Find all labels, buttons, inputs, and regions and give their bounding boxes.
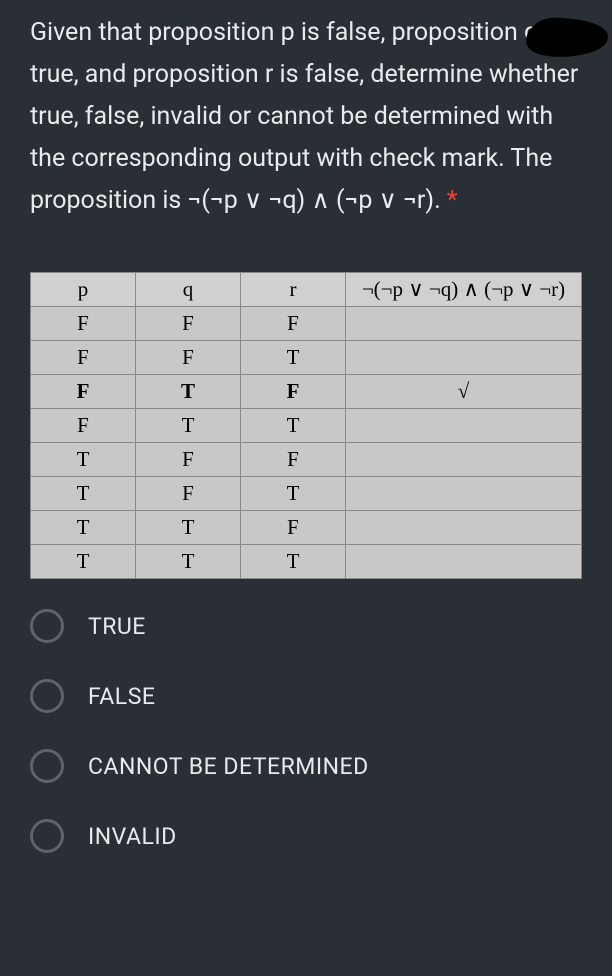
table-cell <box>346 511 582 545</box>
radio-icon <box>30 679 64 713</box>
table-row: FFF <box>31 307 582 341</box>
th-p: p <box>31 273 136 307</box>
table-cell: F <box>31 375 136 409</box>
th-r: r <box>241 273 346 307</box>
table-cell: F <box>241 307 346 341</box>
table-cell: F <box>31 307 136 341</box>
table-row: TTF <box>31 511 582 545</box>
table-cell <box>346 409 582 443</box>
table-row: TFF <box>31 443 582 477</box>
table-cell: T <box>241 409 346 443</box>
table-cell: F <box>136 443 241 477</box>
option-label: FALSE <box>88 683 155 710</box>
option-true[interactable]: TRUE <box>30 609 582 643</box>
table-cell: T <box>136 409 241 443</box>
question-body: Given that proposition p is false, propo… <box>30 18 578 215</box>
table-cell: F <box>31 409 136 443</box>
table-cell: T <box>31 511 136 545</box>
option-invalid[interactable]: INVALID <box>30 819 582 853</box>
table-row: FTT <box>31 409 582 443</box>
table-cell: T <box>31 545 136 579</box>
option-label: INVALID <box>88 823 177 850</box>
table-row: TFT <box>31 477 582 511</box>
th-q: q <box>136 273 241 307</box>
radio-icon <box>30 609 64 643</box>
table-cell: F <box>136 307 241 341</box>
table-cell: T <box>31 477 136 511</box>
table-cell: F <box>241 511 346 545</box>
table-row: FFT <box>31 341 582 375</box>
table-cell: F <box>241 443 346 477</box>
table-cell <box>346 307 582 341</box>
redacted-marker <box>517 10 612 62</box>
truth-table: p q r ¬(¬p ∨ ¬q) ∧ (¬p ∨ ¬r) FFFFFTFTF√F… <box>30 272 582 579</box>
th-expr: ¬(¬p ∨ ¬q) ∧ (¬p ∨ ¬r) <box>346 273 582 307</box>
table-cell: T <box>136 375 241 409</box>
table-cell: T <box>136 545 241 579</box>
table-cell: √ <box>346 375 582 409</box>
table-cell: F <box>31 341 136 375</box>
radio-icon <box>30 749 64 783</box>
table-cell: F <box>136 341 241 375</box>
table-cell: T <box>241 477 346 511</box>
table-cell <box>346 477 582 511</box>
table-cell: T <box>241 341 346 375</box>
option-cannot[interactable]: CANNOT BE DETERMINED <box>30 749 582 783</box>
option-label: CANNOT BE DETERMINED <box>88 753 369 780</box>
question-text: Given that proposition p is false, propo… <box>30 12 582 222</box>
table-cell: F <box>241 375 346 409</box>
option-label: TRUE <box>88 613 146 640</box>
radio-icon <box>30 819 64 853</box>
table-cell: T <box>31 443 136 477</box>
table-cell: T <box>241 545 346 579</box>
table-cell <box>346 341 582 375</box>
table-cell <box>346 443 582 477</box>
option-false[interactable]: FALSE <box>30 679 582 713</box>
table-cell <box>346 545 582 579</box>
required-asterisk: * <box>447 186 458 215</box>
options-group: TRUE FALSE CANNOT BE DETERMINED INVALID <box>30 609 582 853</box>
table-cell: F <box>136 477 241 511</box>
table-cell: T <box>136 511 241 545</box>
table-row: TTT <box>31 545 582 579</box>
table-row: FTF√ <box>31 375 582 409</box>
table-header-row: p q r ¬(¬p ∨ ¬q) ∧ (¬p ∨ ¬r) <box>31 273 582 307</box>
